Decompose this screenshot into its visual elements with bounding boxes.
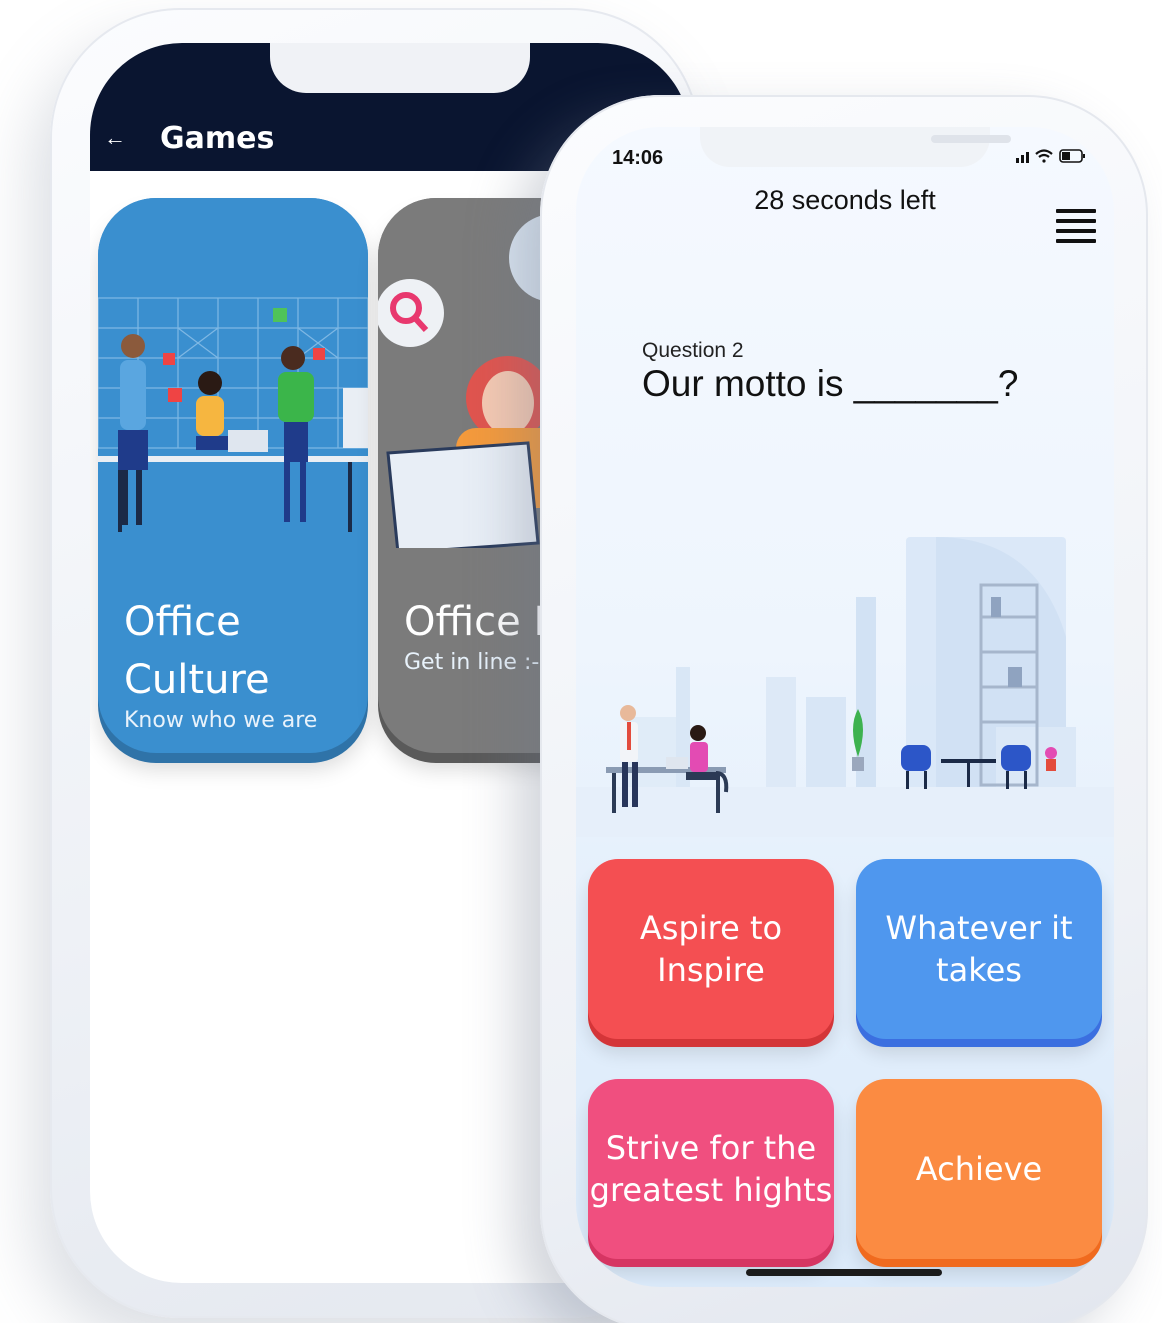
- game-card-office-culture[interactable]: Office Culture Know who we are: [98, 198, 368, 753]
- question-text: Our motto is _______?: [642, 363, 1019, 404]
- office-team-illustration: [98, 198, 368, 548]
- card-title-line2: Culture: [124, 657, 270, 703]
- front-phone: 14:06 28 seconds left Question 2 Our mot…: [540, 95, 1148, 1323]
- card-title-line1: Office: [124, 599, 241, 645]
- signal-icon: [1016, 152, 1029, 163]
- answer-button-1[interactable]: Aspire to Inspire: [588, 859, 834, 1039]
- card-subtitle: Get in line :-: [404, 650, 540, 675]
- office-scene-illustration: [576, 537, 1114, 837]
- card-title-line1: Office L: [404, 599, 556, 645]
- front-phone-notch: [700, 127, 1011, 167]
- speaker-grille: [931, 135, 1011, 143]
- wifi-icon: [1035, 149, 1053, 163]
- back-phone-notch: [270, 43, 530, 93]
- showcase-stage: ← Games Office Culture Know who we are O…: [0, 0, 1162, 1323]
- arrow-left-icon[interactable]: ←: [104, 125, 126, 151]
- status-icons: [1016, 149, 1085, 163]
- card-subtitle: Know who we are: [124, 708, 318, 733]
- answer-button-4[interactable]: Achieve: [856, 1079, 1102, 1259]
- question-number: Question 2: [642, 339, 744, 362]
- countdown-timer: 28 seconds left: [754, 185, 936, 215]
- status-time: 14:06: [612, 147, 664, 169]
- quiz-screen: 14:06 28 seconds left Question 2 Our mot…: [576, 127, 1114, 1287]
- home-indicator[interactable]: [746, 1269, 942, 1276]
- answer-button-2[interactable]: Whatever it takes: [856, 859, 1102, 1039]
- answer-button-3[interactable]: Strive for the greatest hights: [588, 1079, 834, 1259]
- page-title: Games: [160, 121, 275, 156]
- hamburger-menu-icon[interactable]: [1056, 209, 1096, 243]
- battery-icon: [1059, 149, 1085, 163]
